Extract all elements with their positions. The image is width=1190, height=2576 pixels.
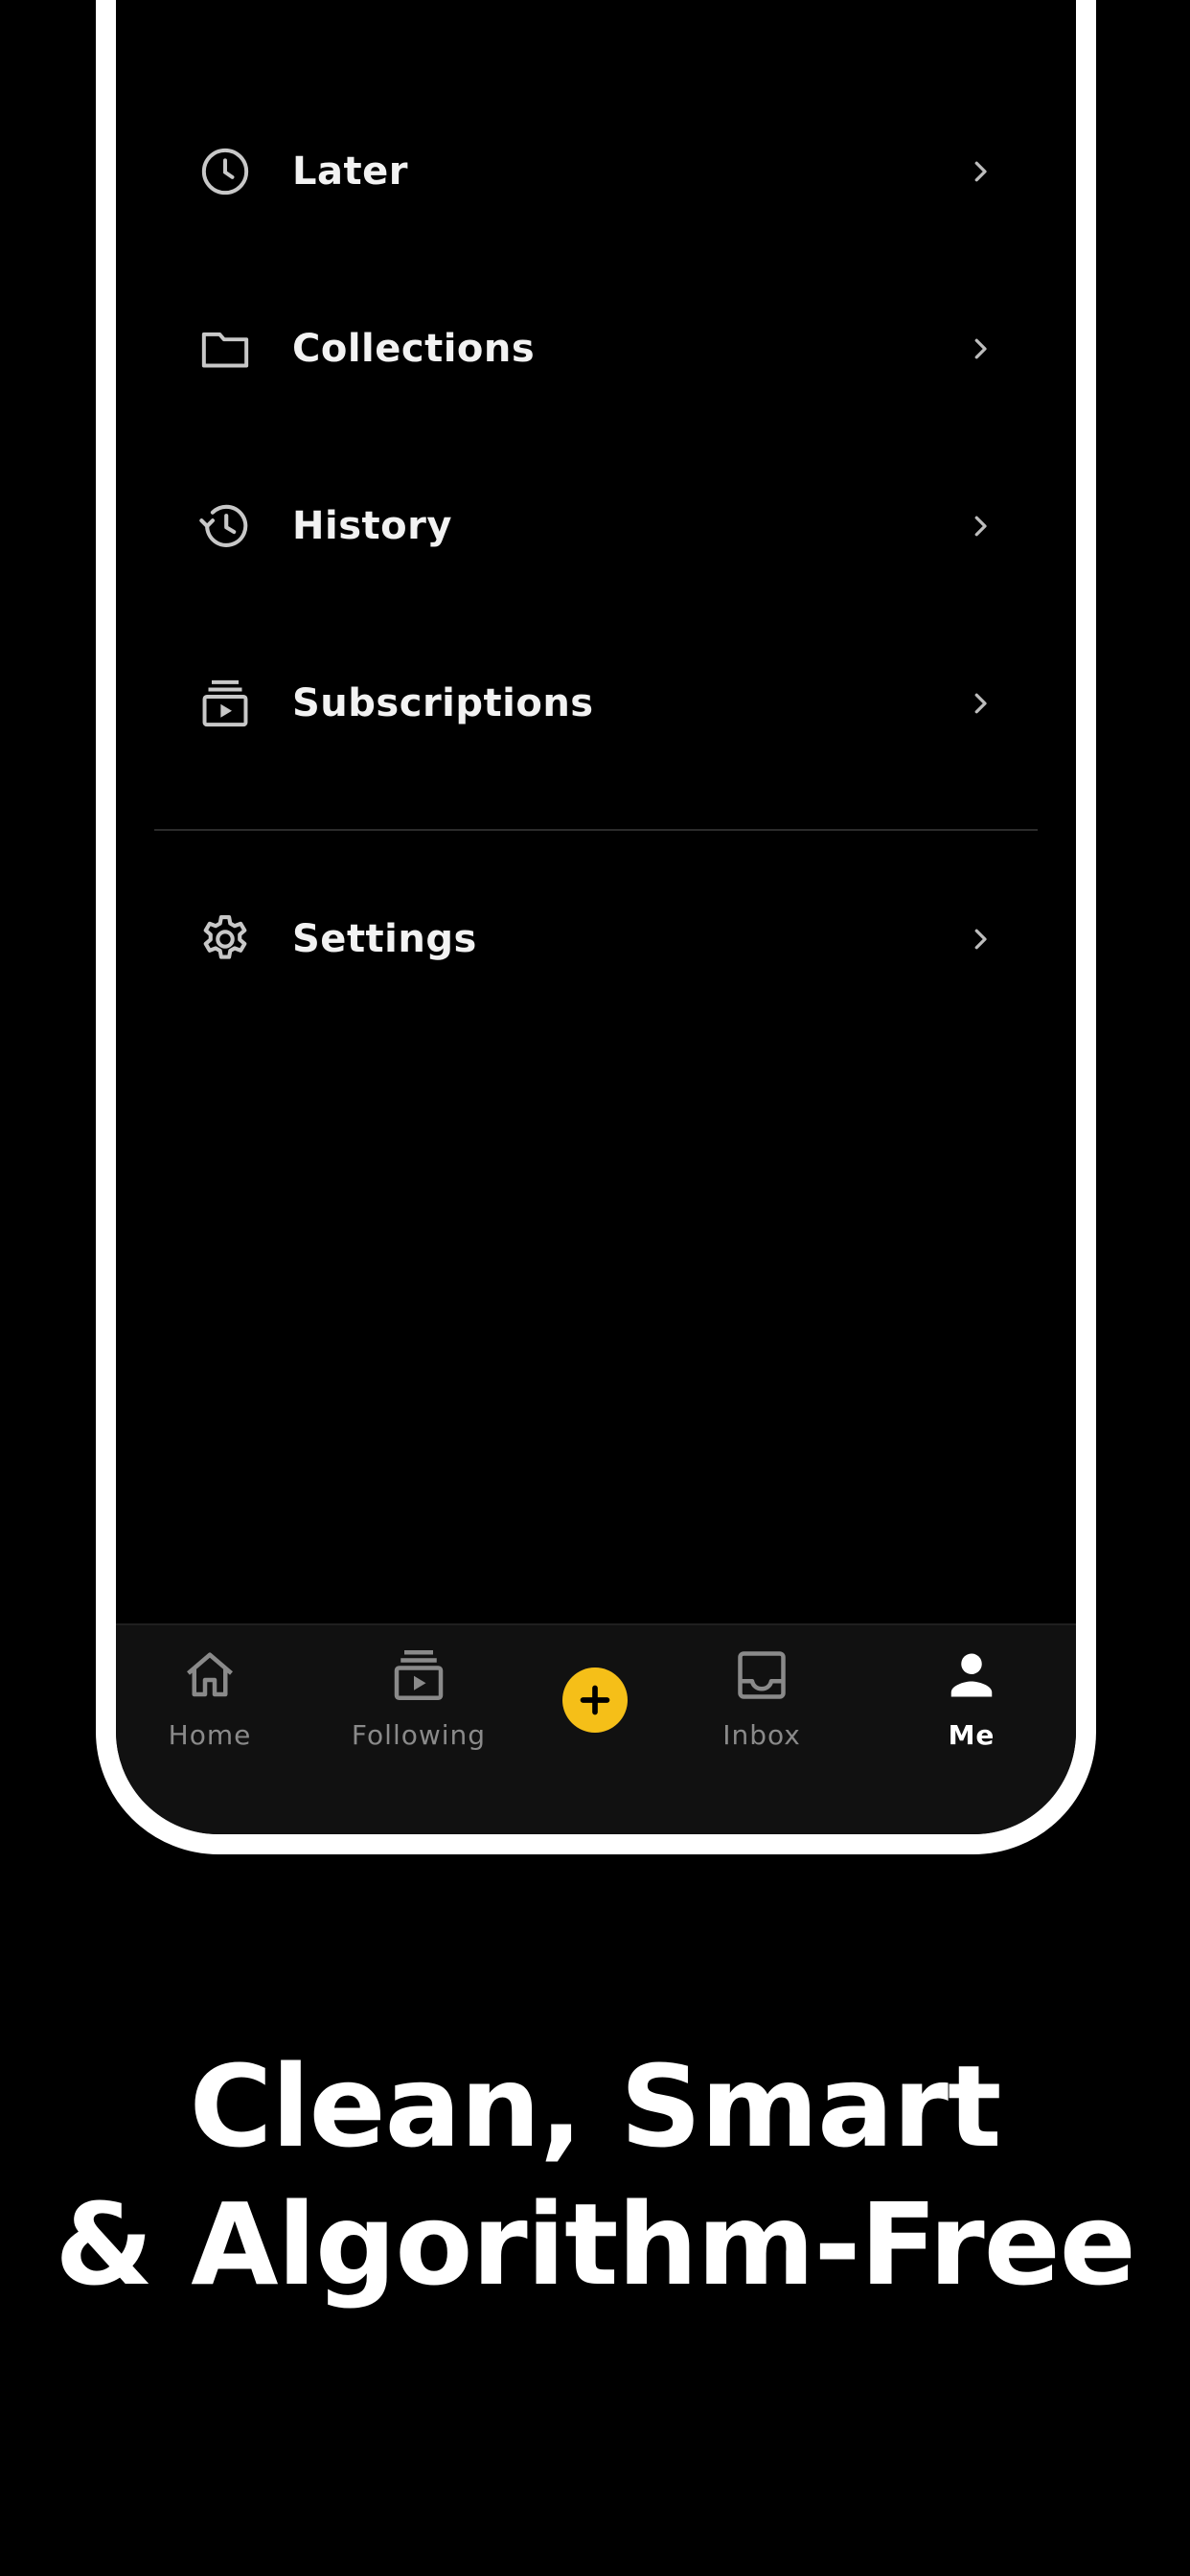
tab-inbox[interactable]: Inbox [675, 1644, 848, 1760]
tab-label: Home [168, 1719, 252, 1751]
chevron-right-icon [961, 684, 999, 723]
menu-item-later[interactable]: Later [116, 114, 1076, 229]
marketing-tagline: Clean, Smart & Algorithm-Free [0, 2037, 1190, 2313]
following-icon [388, 1644, 449, 1706]
subscriptions-icon [196, 675, 254, 732]
tab-home[interactable]: Home [124, 1644, 296, 1760]
menu-item-settings[interactable]: Settings [116, 882, 1076, 997]
tab-following[interactable]: Following [332, 1644, 505, 1760]
home-icon [179, 1644, 240, 1706]
app-store-screenshot: Later Collections History Subscriptions … [0, 0, 1190, 2576]
tab-label: Inbox [722, 1719, 801, 1751]
person-icon [941, 1644, 1002, 1706]
menu-item-collections[interactable]: Collections [116, 291, 1076, 406]
gear-icon [196, 910, 254, 968]
history-icon [196, 497, 254, 555]
tab-label: Me [948, 1719, 995, 1751]
menu-item-label: History [292, 504, 452, 548]
clock-icon [196, 143, 254, 200]
menu-item-subscriptions[interactable]: Subscriptions [116, 646, 1076, 761]
menu-divider [154, 829, 1038, 831]
chevron-right-icon [961, 507, 999, 545]
add-button[interactable] [562, 1668, 628, 1733]
plus-icon [576, 1681, 614, 1719]
inbox-icon [731, 1644, 792, 1706]
bottom-tab-bar: Home Following Inbox Me [116, 1623, 1076, 1834]
menu-item-label: Settings [292, 917, 477, 961]
chevron-right-icon [961, 152, 999, 191]
menu-item-label: Subscriptions [292, 681, 594, 725]
menu-item-label: Later [292, 150, 408, 194]
menu-item-label: Collections [292, 327, 536, 371]
tagline-line-2: & Algorithm-Free [55, 2178, 1136, 2311]
profile-screen: Later Collections History Subscriptions … [116, 0, 1076, 1834]
tab-label: Following [351, 1719, 487, 1751]
menu-item-history[interactable]: History [116, 469, 1076, 584]
tagline-line-1: Clean, Smart [189, 2040, 1002, 2173]
phone-frame: Later Collections History Subscriptions … [96, 0, 1096, 1854]
chevron-right-icon [961, 330, 999, 368]
folder-icon [196, 320, 254, 378]
chevron-right-icon [961, 920, 999, 958]
tab-me[interactable]: Me [885, 1644, 1058, 1760]
